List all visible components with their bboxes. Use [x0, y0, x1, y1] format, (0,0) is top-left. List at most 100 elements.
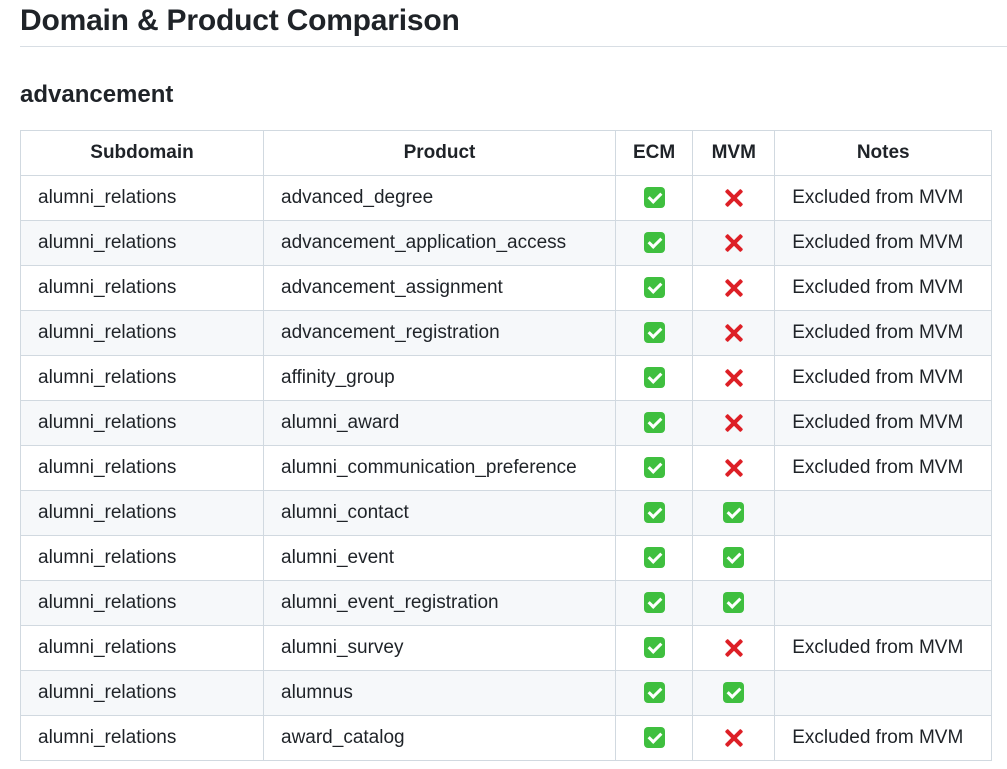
cell-mvm: [692, 355, 776, 401]
cell-notes: Excluded from MVM: [774, 220, 993, 266]
header-product: Product: [263, 130, 616, 176]
section-title: advancement: [20, 81, 174, 108]
table-row: alumni_relations alumni_event_registratio…: [20, 580, 993, 626]
check-icon: [723, 592, 745, 614]
cell-mvm: [692, 175, 776, 221]
check-icon: [643, 547, 665, 569]
cross-icon: [723, 727, 745, 749]
cell-product: advancement_registration: [263, 310, 616, 356]
table-row: alumni_relations alumni_survey Excluded fr…: [20, 625, 993, 671]
page-title: Domain & Product Comparison: [20, 4, 460, 37]
cell-mvm: [692, 490, 776, 536]
cross-icon: [723, 367, 745, 389]
check-icon: [643, 232, 665, 254]
cell-ecm: [614, 265, 694, 311]
cell-subdomain: alumni_relations: [20, 490, 264, 536]
cell-subdomain: alumni_relations: [20, 220, 264, 266]
cell-subdomain: alumni_relations: [20, 625, 264, 671]
cell-ecm: [614, 490, 694, 536]
cell-notes: [774, 670, 993, 716]
cell-notes: Excluded from MVM: [774, 265, 993, 311]
table-header-row: Subdomain Product ECM MVM Notes: [20, 130, 993, 176]
cross-icon: [723, 187, 745, 209]
cell-mvm: [692, 625, 776, 671]
cross-icon: [723, 322, 745, 344]
check-icon: [723, 502, 745, 524]
cell-subdomain: alumni_relations: [20, 265, 264, 311]
cell-product: advancement_assignment: [263, 265, 616, 311]
cell-ecm: [614, 445, 694, 491]
cross-icon: [723, 457, 745, 479]
cell-product: alumnus: [263, 670, 616, 716]
check-icon: [643, 727, 665, 749]
cell-product: alumni_contact: [263, 490, 616, 536]
table-row: alumni_relations alumni_contact: [20, 490, 993, 536]
check-icon: [643, 322, 665, 344]
cell-subdomain: alumni_relations: [20, 175, 264, 221]
cell-subdomain: alumni_relations: [20, 355, 264, 401]
cell-subdomain: alumni_relations: [20, 310, 264, 356]
check-icon: [643, 682, 665, 704]
cell-subdomain: alumni_relations: [20, 535, 264, 581]
cell-ecm: [614, 670, 694, 716]
cell-notes: [774, 580, 993, 626]
cell-subdomain: alumni_relations: [20, 715, 264, 761]
table-row: alumni_relations advancement_application_…: [20, 220, 993, 266]
cross-icon: [723, 637, 745, 659]
cell-subdomain: alumni_relations: [20, 580, 264, 626]
cell-product: advancement_application_access: [263, 220, 616, 266]
cell-notes: Excluded from MVM: [774, 715, 993, 761]
cell-notes: [774, 535, 993, 581]
cell-mvm: [692, 400, 776, 446]
cell-notes: Excluded from MVM: [774, 625, 993, 671]
table-row: alumni_relations advancement_assignment Ex…: [20, 265, 993, 311]
cell-mvm: [692, 265, 776, 311]
cell-mvm: [692, 580, 776, 626]
cell-ecm: [614, 625, 694, 671]
check-icon: [643, 592, 665, 614]
document-page: Domain & Product Comparison advancement …: [20, 0, 1007, 761]
cell-mvm: [692, 220, 776, 266]
cell-ecm: [614, 310, 694, 356]
cell-product: affinity_group: [263, 355, 616, 401]
table-row: alumni_relations alumnus: [20, 670, 993, 716]
table-row: alumni_relations affinity_group Excluded f…: [20, 355, 993, 401]
check-icon: [643, 277, 665, 299]
header-notes: Notes: [774, 130, 993, 176]
header-ecm: ECM: [614, 130, 694, 176]
check-icon: [723, 682, 745, 704]
cell-mvm: [692, 715, 776, 761]
table-row: alumni_relations advanced_degree Excluded …: [20, 175, 993, 221]
cell-ecm: [614, 355, 694, 401]
check-icon: [643, 637, 665, 659]
table-body: alumni_relations advanced_degree Excluded …: [20, 175, 993, 761]
header-mvm: MVM: [692, 130, 776, 176]
table-row: alumni_relations alumni_award Excluded fro…: [20, 400, 993, 446]
cell-product: alumni_survey: [263, 625, 616, 671]
check-icon: [723, 547, 745, 569]
cell-ecm: [614, 220, 694, 266]
comparison-table: Subdomain Product ECM MVM Notes alumni_r…: [20, 130, 993, 761]
cell-ecm: [614, 400, 694, 446]
table-row: alumni_relations award_catalog Excluded fr…: [20, 715, 993, 761]
header-subdomain: Subdomain: [20, 130, 264, 176]
cell-notes: Excluded from MVM: [774, 400, 993, 446]
cell-notes: Excluded from MVM: [774, 445, 993, 491]
check-icon: [643, 502, 665, 524]
cell-mvm: [692, 670, 776, 716]
cell-product: alumni_event_registration: [263, 580, 616, 626]
cell-product: alumni_award: [263, 400, 616, 446]
cell-mvm: [692, 445, 776, 491]
check-icon: [643, 412, 665, 434]
cell-mvm: [692, 310, 776, 356]
cell-notes: Excluded from MVM: [774, 175, 993, 221]
cell-subdomain: alumni_relations: [20, 400, 264, 446]
table-row: alumni_relations alumni_communication_pre…: [20, 445, 993, 491]
cell-product: alumni_communication_preference: [263, 445, 616, 491]
cross-icon: [723, 277, 745, 299]
check-icon: [643, 367, 665, 389]
cell-ecm: [614, 535, 694, 581]
cell-product: award_catalog: [263, 715, 616, 761]
table-row: alumni_relations alumni_event: [20, 535, 993, 581]
cell-mvm: [692, 535, 776, 581]
